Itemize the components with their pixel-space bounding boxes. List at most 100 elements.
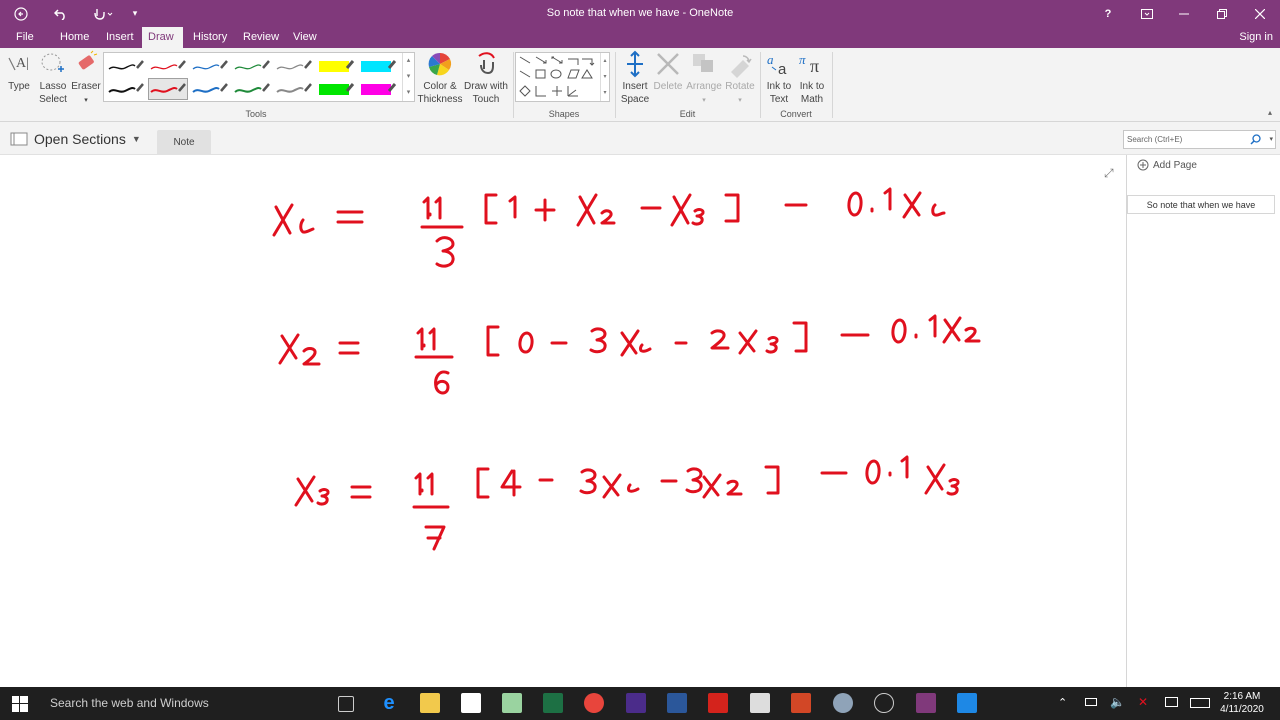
keyboard-icon[interactable] <box>1190 698 1210 708</box>
draw-touch-label-2: Touch <box>472 94 500 105</box>
task-view-icon[interactable] <box>338 696 354 712</box>
ink-to-math-button[interactable]: ππ Ink to Math <box>796 50 828 106</box>
note-canvas[interactable]: ⤢ <box>0 155 1127 687</box>
show-hidden-icons-icon[interactable]: ⌃ <box>1058 696 1067 709</box>
pen-red-thick-selected[interactable] <box>148 78 188 100</box>
obs-icon[interactable] <box>874 693 894 713</box>
notebook-icon <box>10 132 28 146</box>
shapes-gallery[interactable]: ▴ ▾ ▾ <box>515 52 610 102</box>
clock-time: 2:16 AM <box>1223 691 1261 702</box>
battery-icon[interactable] <box>1085 698 1097 706</box>
sign-in-link[interactable]: Sign in <box>1239 27 1273 48</box>
ink-equation-2 <box>278 314 981 395</box>
shapes-icon <box>519 56 595 97</box>
ink-to-text-icon: aa <box>767 52 787 78</box>
close-icon[interactable] <box>1250 0 1270 27</box>
notepad-icon[interactable] <box>750 693 770 713</box>
tex-icon[interactable] <box>626 693 646 713</box>
window-title: So note that when we have - OneNote <box>546 7 734 19</box>
type-icon: A| <box>8 56 29 71</box>
onenote-window: ▾ So note that when we have - OneNote ? … <box>0 0 1280 720</box>
file-explorer-icon[interactable] <box>420 693 440 713</box>
ribbon-tabs: File Home Insert Draw History Review Vie… <box>0 27 1280 48</box>
tab-home[interactable]: Home <box>54 27 95 48</box>
svg-text:π: π <box>799 52 806 67</box>
network-icon[interactable]: ✕ <box>1138 695 1148 709</box>
store-icon[interactable] <box>461 693 481 713</box>
taskbar-clock[interactable]: 2:16 AM 4/11/2020 <box>1212 690 1272 716</box>
insert-space-button[interactable]: Insert Space <box>619 50 651 106</box>
eraser-button[interactable]: Eraser ▾ <box>71 50 101 107</box>
pen-gray-thick[interactable] <box>274 78 314 100</box>
lasso-select-button[interactable]: Lasso Select <box>37 50 69 106</box>
delete-button[interactable]: Delete <box>652 50 684 93</box>
chrome-icon[interactable] <box>584 693 604 713</box>
insert-space-label-1: Insert <box>622 81 648 92</box>
rotate-button[interactable]: Rotate ▾ <box>723 50 757 107</box>
color-thickness-button[interactable]: Color & Thickness <box>417 50 463 106</box>
open-sections-button[interactable]: Open Sections ▼ <box>10 131 141 147</box>
back-icon[interactable] <box>10 0 32 27</box>
app-icon[interactable] <box>833 693 853 713</box>
windows-start-icon[interactable] <box>12 696 28 717</box>
pen-red-thin[interactable] <box>148 55 188 77</box>
pen-gray-thin[interactable] <box>274 55 314 77</box>
highlighter-green[interactable] <box>316 78 356 100</box>
svg-text:a: a <box>778 61 787 78</box>
customize-qat-icon[interactable]: ▾ <box>128 0 142 27</box>
highlighter-cyan[interactable] <box>358 55 398 77</box>
shapes-scroll[interactable]: ▴ ▾ ▾ <box>600 53 609 101</box>
draw-with-touch-button[interactable]: Draw with Touch <box>462 50 510 106</box>
pen-black-thin[interactable] <box>106 55 146 77</box>
settings-icon[interactable] <box>957 693 977 713</box>
pen-black-thick[interactable] <box>106 78 146 100</box>
restore-icon[interactable] <box>1212 0 1232 27</box>
tab-draw[interactable]: Draw <box>142 27 183 48</box>
excel-icon[interactable] <box>543 693 563 713</box>
page-item[interactable]: So note that when we have <box>1127 195 1275 214</box>
arrange-button[interactable]: Arrange ▾ <box>685 50 723 107</box>
ink-to-text-button[interactable]: aa Ink to Text <box>763 50 795 106</box>
search-scope-dropdown-icon[interactable]: ▾ <box>1269 131 1273 148</box>
add-page-button[interactable]: Add Page <box>1137 159 1197 171</box>
highlighter-yellow[interactable] <box>316 55 356 77</box>
tab-view[interactable]: View <box>287 27 323 48</box>
color-label-2: Thickness <box>417 94 463 105</box>
section-tab-note[interactable]: Note <box>157 130 211 155</box>
action-center-icon[interactable] <box>1165 697 1178 707</box>
volume-icon[interactable]: 🔈 <box>1110 695 1125 709</box>
photos-icon[interactable] <box>502 693 522 713</box>
lasso-label-1: Lasso <box>39 81 67 92</box>
help-button[interactable]: ? <box>1098 0 1118 27</box>
arrange-label: Arrange <box>686 81 722 92</box>
tab-history[interactable]: History <box>187 27 233 48</box>
search-placeholder: Search (Ctrl+E) <box>1127 135 1183 144</box>
word-icon[interactable] <box>667 693 687 713</box>
search-input[interactable]: Search (Ctrl+E) ▾ <box>1123 130 1276 149</box>
powerpoint-icon[interactable] <box>791 693 811 713</box>
taskbar-search-box[interactable]: Search the web and Windows <box>40 687 330 720</box>
minimize-icon[interactable] <box>1174 0 1194 27</box>
touch-mode-icon[interactable] <box>88 0 118 27</box>
edge-icon[interactable]: e <box>379 693 399 713</box>
pen-gallery: ▴ ▾ ▾ <box>103 52 415 102</box>
undo-icon[interactable] <box>50 0 72 27</box>
type-button[interactable]: A| Type <box>4 50 34 93</box>
eraser-icon <box>78 50 98 70</box>
tab-file[interactable]: File <box>10 27 40 48</box>
eraser-dropdown-icon: ▾ <box>84 97 88 104</box>
pen-green-thin[interactable] <box>232 55 272 77</box>
collapse-ribbon-icon[interactable]: ▴ <box>1268 108 1272 117</box>
pen-blue-thin[interactable] <box>190 55 230 77</box>
tab-insert[interactable]: Insert <box>100 27 140 48</box>
gallery-scroll[interactable]: ▴ ▾ ▾ <box>402 53 414 101</box>
ribbon-display-icon[interactable] <box>1137 0 1157 27</box>
highlighter-magenta[interactable] <box>358 78 398 100</box>
onenote-icon[interactable] <box>916 693 936 713</box>
pen-green-thick[interactable] <box>232 78 272 100</box>
acrobat-icon[interactable] <box>708 693 728 713</box>
pen-blue-thick[interactable] <box>190 78 230 100</box>
tab-review[interactable]: Review <box>237 27 285 48</box>
add-page-label: Add Page <box>1153 159 1197 171</box>
search-icon[interactable] <box>1250 134 1261 145</box>
